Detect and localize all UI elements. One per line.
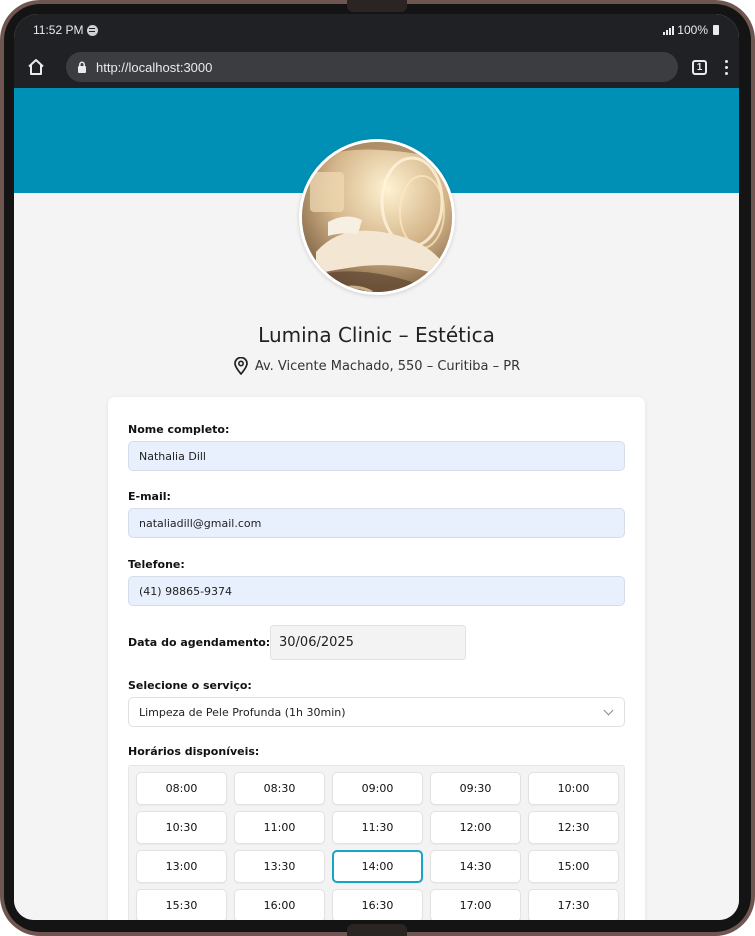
clinic-photo xyxy=(299,139,455,295)
home-button[interactable] xyxy=(24,55,48,79)
time-slot-button[interactable]: 13:30 xyxy=(234,850,325,883)
name-field[interactable]: Nathalia Dill xyxy=(128,441,625,471)
page-content: Lumina Clinic – Estética Av. Vicente Mac… xyxy=(14,88,739,920)
location-pin-icon xyxy=(233,357,248,375)
time-slot-button[interactable]: 16:00 xyxy=(234,889,325,920)
home-icon xyxy=(28,59,44,75)
address-text: Av. Vicente Machado, 550 – Curitiba – PR xyxy=(254,358,521,374)
time-slot-button[interactable]: 11:30 xyxy=(332,811,423,844)
service-select-value: Limpeza de Pele Profunda (1h 30min) xyxy=(139,705,346,719)
time-slot-button[interactable]: 10:00 xyxy=(528,772,619,805)
time-slot-button[interactable]: 14:30 xyxy=(430,850,521,883)
status-time: 11:52 PM xyxy=(33,23,84,37)
name-label: Nome completo: xyxy=(128,423,230,436)
time-slot-button[interactable]: 10:30 xyxy=(136,811,227,844)
email-field[interactable]: nataliadill@gmail.com xyxy=(128,508,625,538)
time-slot-button[interactable]: 15:00 xyxy=(528,850,619,883)
clinic-name: Lumina Clinic – Estética xyxy=(258,323,495,347)
hinge-bottom xyxy=(347,924,407,936)
time-slot-button[interactable]: 09:00 xyxy=(332,772,423,805)
time-slot-button[interactable]: 16:30 xyxy=(332,889,423,920)
date-label: Data do agendamento: xyxy=(128,636,271,649)
more-menu-button[interactable] xyxy=(723,59,729,75)
time-slot-button[interactable]: 15:30 xyxy=(136,889,227,920)
date-field[interactable]: 30/06/2025 xyxy=(270,625,466,660)
service-label: Selecione o serviço: xyxy=(128,679,252,692)
screen: 11:52 PM 100% http://localhost:3000 1 Lu… xyxy=(14,14,739,920)
battery-percent: 100% xyxy=(677,23,708,37)
service-select[interactable]: Limpeza de Pele Profunda (1h 30min) xyxy=(128,697,625,727)
time-slot-button[interactable]: 14:00 xyxy=(332,850,423,883)
battery-icon xyxy=(713,25,719,35)
time-slot-button[interactable]: 11:00 xyxy=(234,811,325,844)
time-slot-button[interactable]: 09:30 xyxy=(430,772,521,805)
browser-toolbar: http://localhost:3000 1 xyxy=(14,46,739,88)
booking-form-card: Nome completo: Nathalia Dill E-mail: nat… xyxy=(108,397,645,920)
time-slot-button[interactable]: 08:30 xyxy=(234,772,325,805)
url-text: http://localhost:3000 xyxy=(96,59,213,75)
signal-icon xyxy=(663,25,675,35)
hinge-top xyxy=(347,0,407,12)
device-frame: 11:52 PM 100% http://localhost:3000 1 Lu… xyxy=(0,0,755,936)
tab-switcher-button[interactable]: 1 xyxy=(692,59,707,75)
lock-icon xyxy=(77,60,91,74)
time-slot-button[interactable]: 17:00 xyxy=(430,889,521,920)
time-slot-button[interactable]: 08:00 xyxy=(136,772,227,805)
phone-label: Telefone: xyxy=(128,558,185,571)
time-slot-button[interactable]: 13:00 xyxy=(136,850,227,883)
time-slot-button[interactable]: 12:00 xyxy=(430,811,521,844)
time-slot-button[interactable]: 17:30 xyxy=(528,889,619,920)
time-slot-button[interactable]: 12:30 xyxy=(528,811,619,844)
slots-label: Horários disponíveis: xyxy=(128,745,260,758)
url-bar[interactable]: http://localhost:3000 xyxy=(66,52,678,82)
phone-field[interactable]: (41) 98865-9374 xyxy=(128,576,625,606)
status-bar: 11:52 PM 100% xyxy=(14,14,739,46)
spotify-icon xyxy=(87,24,99,36)
time-slots-grid: 08:00 08:30 09:00 09:30 10:00 10:30 11:00 11:30… xyxy=(128,765,625,920)
clinic-address: Av. Vicente Machado, 550 – Curitiba – PR xyxy=(14,357,739,375)
email-label: E-mail: xyxy=(128,490,171,503)
chevron-down-icon xyxy=(603,705,614,715)
